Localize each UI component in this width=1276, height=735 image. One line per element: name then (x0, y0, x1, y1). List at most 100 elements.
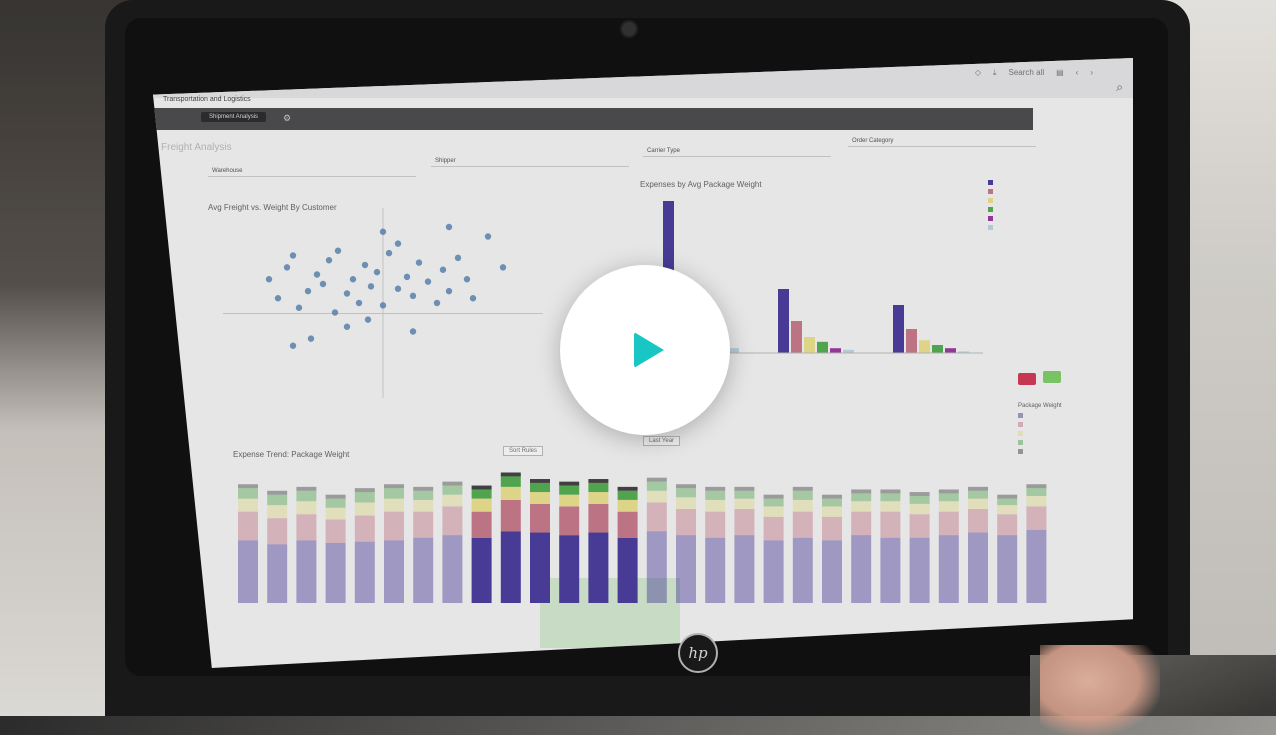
insights-icon[interactable]: ⤓ (993, 68, 997, 78)
sheets-icon[interactable]: ▤ (1056, 68, 1064, 78)
scatter-point (325, 257, 333, 264)
scatter-point (343, 290, 351, 297)
stacked-segment (676, 535, 696, 603)
scatter-point (274, 295, 282, 302)
play-video-button[interactable] (560, 265, 730, 435)
scatter-point (331, 309, 339, 316)
legend-item[interactable] (1018, 431, 1062, 436)
stacked-segment (442, 485, 463, 495)
stacked-segment (384, 488, 404, 499)
stacked-segment (909, 492, 930, 496)
stacked-segment (968, 509, 988, 533)
top-search-label[interactable]: Search all (1009, 68, 1045, 78)
scatter-point (394, 285, 402, 292)
stacked-segment (705, 511, 726, 538)
stacked-segment (588, 532, 609, 603)
stacked-segment (588, 479, 609, 483)
stacked-segment (909, 537, 930, 603)
stacked-segment (968, 532, 988, 603)
scatter-point (355, 299, 363, 307)
scatter-point (424, 278, 432, 285)
stacked-segment (354, 515, 375, 542)
grouped-bar (830, 348, 841, 353)
search-icon[interactable]: ⌕ (1116, 80, 1123, 95)
stacked-segment (705, 486, 726, 491)
stacked-segment (880, 511, 901, 538)
stacked-segment (354, 502, 375, 516)
stacked-segment (705, 537, 726, 603)
scatter-point (379, 302, 387, 309)
legend-swatch (988, 225, 993, 230)
stacked-bar-chart[interactable] (233, 413, 1053, 613)
confirm-button[interactable] (1043, 371, 1061, 383)
stacked-segment (646, 481, 667, 491)
filter-shipper[interactable]: Shipper (431, 156, 629, 167)
grouped-bar (791, 321, 802, 353)
stacked-segment (734, 535, 755, 603)
stacked-segment (559, 481, 580, 486)
scatter-point (409, 292, 417, 300)
stacked-segment (968, 498, 988, 510)
legend-item[interactable] (988, 216, 993, 221)
grouped-bar (906, 329, 917, 353)
stacked-segment (384, 511, 404, 541)
stacked-segment (617, 490, 638, 500)
stacked-segment (792, 486, 813, 491)
stacked-segment (997, 498, 1018, 506)
bookmark-icon[interactable]: ◇ (975, 68, 981, 78)
stacked-segment (617, 499, 638, 512)
grouped-bar (919, 340, 930, 353)
stacked-segment (851, 489, 872, 494)
stacked-segment (705, 499, 726, 512)
stacked-segment (851, 535, 872, 603)
stacked-segment (997, 505, 1018, 515)
scatter-point (283, 264, 291, 271)
stacked-segment (880, 489, 901, 494)
next-icon[interactable]: › (1090, 68, 1093, 78)
legend-item[interactable] (988, 198, 993, 203)
stacked-segment (530, 532, 550, 603)
legend-item[interactable] (1018, 422, 1062, 427)
stacked-segment (588, 482, 609, 493)
stacked-segment (325, 507, 346, 520)
stacked-segment (968, 490, 988, 499)
filter-warehouse[interactable]: Warehouse (208, 166, 416, 177)
legend-swatch (1018, 422, 1023, 427)
grouped-legend (988, 176, 993, 234)
scatter-point (445, 223, 453, 231)
legend-item[interactable] (988, 225, 993, 230)
prev-icon[interactable]: ‹ (1076, 68, 1079, 78)
stacked-segment (617, 486, 638, 491)
legend-item[interactable] (1018, 413, 1062, 418)
stacked-segment (792, 490, 813, 500)
stacked-segment (676, 484, 696, 489)
gear-icon[interactable]: ⚙ (283, 113, 291, 124)
stacked-segment (296, 514, 317, 541)
legend-item[interactable] (988, 189, 993, 194)
stacked-segment (267, 518, 288, 545)
stacked-segment (938, 535, 959, 603)
scatter-point (385, 249, 393, 257)
stacked-segment (325, 498, 346, 508)
filter-order-category[interactable]: Order Category (848, 136, 1036, 147)
stacked-segment (851, 493, 872, 502)
grouped-bar (932, 345, 943, 353)
legend-item[interactable] (1018, 440, 1062, 445)
sheet-selector[interactable]: Shipment Analysis (201, 112, 267, 122)
legend-item[interactable] (988, 207, 993, 212)
stacked-segment (267, 544, 288, 603)
breadcrumb[interactable]: Transportation and Logistics (163, 96, 251, 103)
legend-item[interactable] (988, 180, 993, 185)
scatter-chart[interactable] (213, 198, 553, 408)
stacked-segment (705, 490, 726, 500)
stacked-legend-title: Package Weight (1018, 403, 1062, 409)
legend-item[interactable] (1018, 449, 1062, 454)
scatter-point (319, 280, 327, 288)
stacked-segment (530, 482, 550, 493)
stacked-segment (763, 498, 784, 507)
delete-button[interactable] (1018, 373, 1036, 385)
scatter-point (433, 299, 441, 307)
stacked-segment (267, 490, 288, 495)
filter-carrier-type[interactable]: Carrier Type (643, 146, 831, 157)
stacked-segment (559, 485, 580, 495)
